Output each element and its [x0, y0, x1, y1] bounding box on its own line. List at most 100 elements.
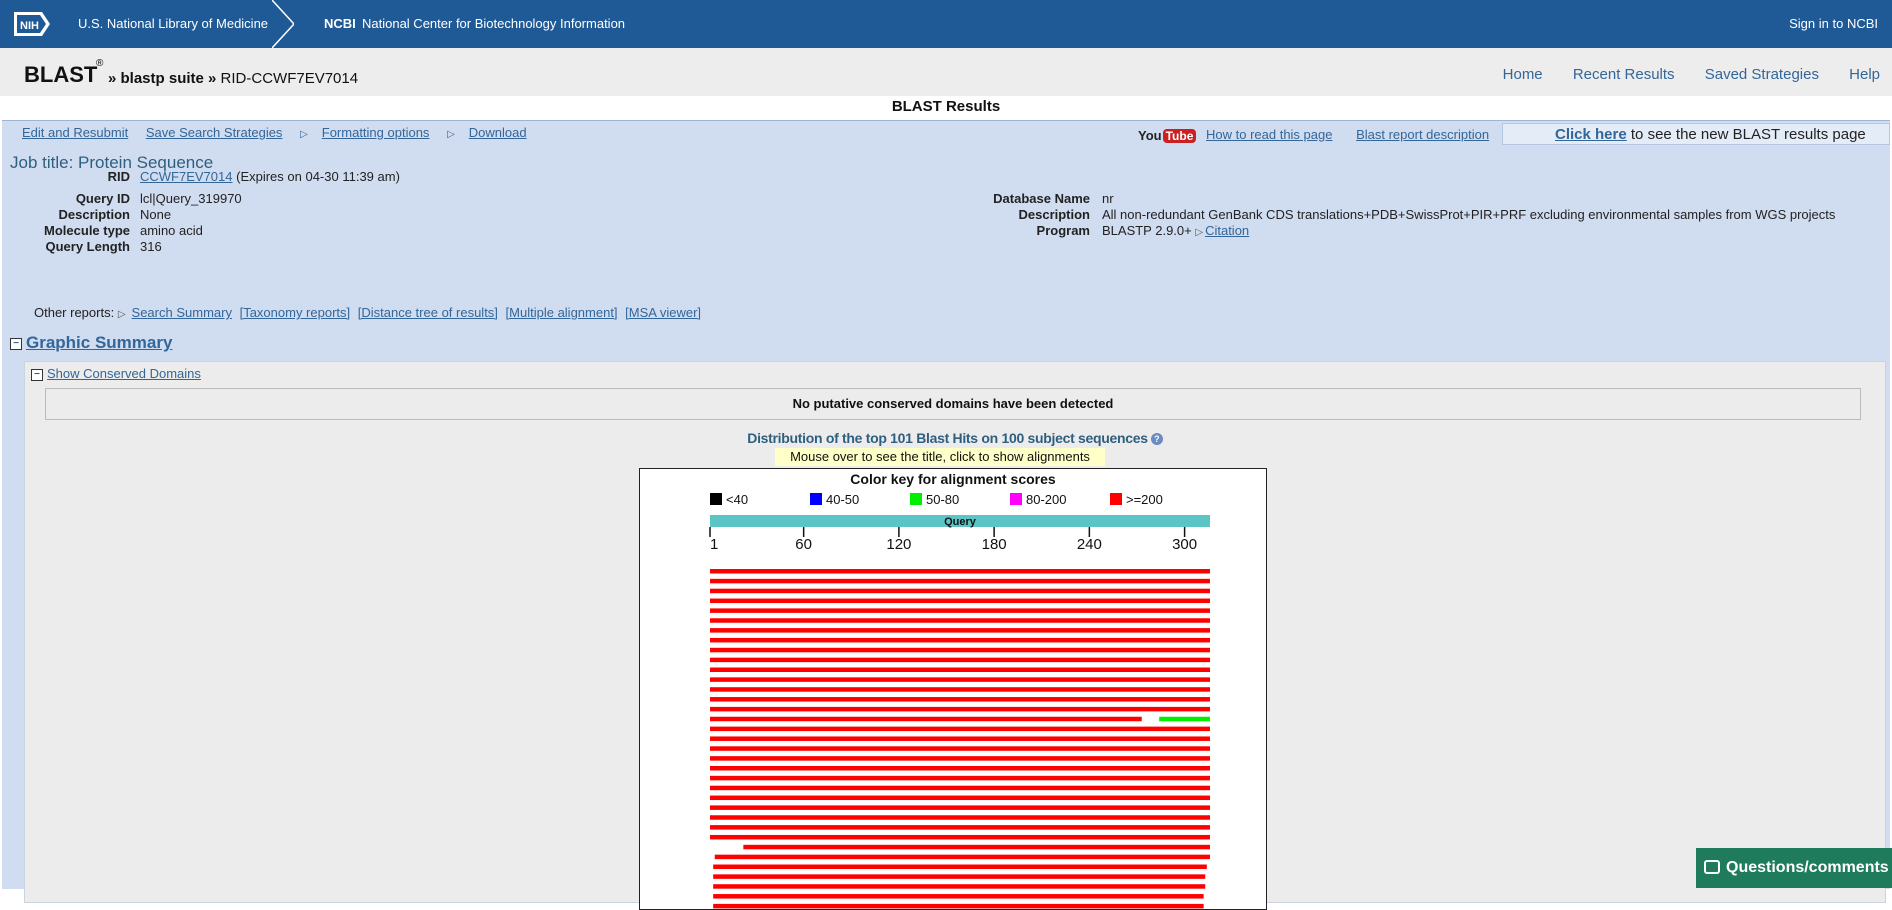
hit-segment [743, 844, 1210, 850]
sign-in-link[interactable]: Sign in to NCBI [1789, 16, 1878, 31]
hit-segment [713, 884, 1206, 889]
molecule-type-value: amino acid [140, 223, 203, 238]
rid-expires: (Expires on 04-30 11:39 am) [236, 169, 400, 184]
expand-triangle-icon: ▷ [1195, 227, 1204, 238]
ncbi-name[interactable]: National Center for Biotechnology Inform… [362, 16, 625, 31]
database-description-value: All non-redundant GenBank CDS translatio… [1102, 207, 1836, 222]
distribution-title-text: Distribution of the top 101 Blast Hits o… [747, 430, 1148, 446]
hit-segment [710, 726, 1210, 732]
hit-segment [710, 795, 1210, 801]
nav-saved-strategies[interactable]: Saved Strategies [1705, 66, 1819, 83]
axis-tick-label: 60 [795, 536, 812, 553]
formatting-options-link[interactable]: Formatting options [322, 125, 430, 140]
query-id-label: Query ID [75, 191, 130, 206]
hit-segment [710, 657, 1210, 663]
hit-segment [713, 894, 1204, 899]
graphic-summary-header: − Graphic Summary [10, 333, 172, 353]
report-description-link[interactable]: Blast report description [1356, 127, 1489, 142]
axis-tick-label: 120 [886, 536, 911, 553]
download-link[interactable]: Download [469, 125, 527, 140]
other-reports: Other reports: ▷ Search Summary [Taxonomy… [34, 305, 701, 320]
show-conserved-domains-link[interactable]: Show Conserved Domains [47, 366, 201, 381]
collapse-icon[interactable]: − [10, 337, 22, 350]
taxonomy-reports-link[interactable]: [Taxonomy reports] [240, 305, 351, 320]
results-panel: Edit and Resubmit Save Search Strategies… [2, 120, 1890, 910]
hit-segment [710, 647, 1210, 653]
nlm-link[interactable]: U.S. National Library of Medicine [78, 16, 268, 31]
nav-help[interactable]: Help [1849, 66, 1880, 83]
help-icon[interactable]: ? [1150, 433, 1163, 446]
new-results-link[interactable]: Click here [1555, 126, 1627, 143]
hit-segment [710, 598, 1210, 604]
hit-segment [710, 637, 1210, 643]
query-length-value: 316 [140, 239, 162, 254]
search-summary-link[interactable]: Search Summary [132, 305, 232, 320]
database-name-value: nr [1102, 191, 1114, 206]
rid-link[interactable]: CCWF7EV7014 [140, 169, 232, 184]
blast-logo[interactable]: BLAST [24, 62, 97, 88]
nav-home[interactable]: Home [1503, 66, 1543, 83]
graphic-summary-link[interactable]: Graphic Summary [26, 333, 172, 352]
mouse-over-hint: Mouse over to see the title, click to sh… [775, 448, 1105, 466]
comment-icon [1704, 860, 1720, 874]
new-results-text: to see the new BLAST results page [1626, 126, 1866, 143]
program-value: BLASTP 2.9.0+ [1102, 223, 1192, 238]
hit-segment [710, 618, 1210, 623]
description-label: Description [58, 207, 130, 222]
hit-segment [710, 766, 1210, 771]
multiple-alignment-link[interactable]: [Multiple alignment] [506, 305, 618, 320]
other-reports-label: Other reports: [34, 305, 115, 320]
breadcrumb-program[interactable]: » blastp suite » [108, 70, 216, 87]
save-strategies-link[interactable]: Save Search Strategies [146, 125, 283, 140]
axis-tick-label: 300 [1172, 536, 1197, 553]
results-toolbar: Edit and Resubmit Save Search Strategies… [22, 125, 541, 140]
hit-segment [710, 628, 1210, 633]
citation-link[interactable]: Citation [1205, 223, 1249, 238]
hit-segment [710, 706, 1210, 712]
hit-segment [710, 677, 1210, 682]
legend-label: 50-80 [926, 492, 959, 507]
query-id-value: lcl|Query_319970 [140, 191, 242, 206]
legend-label: >=200 [1126, 492, 1163, 507]
hit-segment [710, 608, 1210, 613]
breadcrumb: » blastp suite » RID-CCWF7EV7014 [108, 70, 358, 87]
collapse-icon[interactable]: − [31, 368, 43, 381]
hit-segment [710, 578, 1210, 584]
query-summary: RID CCWF7EV7014 (Expires on 04-30 11:39 … [2, 169, 602, 259]
msa-viewer-link[interactable]: [MSA viewer] [625, 305, 701, 320]
hit-segment [710, 785, 1210, 791]
axis-tick-label: 240 [1077, 536, 1102, 553]
database-summary: Database Name nr Description All non-red… [962, 191, 1882, 251]
legend-swatch [1110, 493, 1122, 505]
expand-triangle-icon: ▷ [117, 309, 126, 320]
hit-segment [710, 775, 1210, 781]
breadcrumb-rid: RID-CCWF7EV7014 [220, 70, 359, 87]
legend-label: 40-50 [826, 492, 859, 507]
query-length-label: Query Length [45, 239, 130, 254]
how-to-read-link[interactable]: How to read this page [1206, 127, 1332, 142]
expand-triangle-icon: ▷ [300, 129, 308, 140]
hit-segment [710, 834, 1210, 840]
distance-tree-link[interactable]: [Distance tree of results] [358, 305, 498, 320]
youtube-icon[interactable]: You Tube [1138, 128, 1197, 144]
hit-segment [710, 805, 1210, 810]
edit-resubmit-link[interactable]: Edit and Resubmit [22, 125, 128, 140]
legend-label: <40 [726, 492, 748, 507]
hit-segment [710, 667, 1210, 672]
nav-recent-results[interactable]: Recent Results [1573, 66, 1675, 83]
hit-segment [710, 736, 1210, 741]
legend-swatch [1010, 493, 1022, 505]
alignment-overview-svg: Color key for alignment scores <40 40-50 50… [709, 471, 1210, 909]
nih-banner: NIH U.S. National Library of Medicine NC… [0, 0, 1892, 48]
description-value: None [140, 207, 172, 222]
hit-segment [710, 569, 1210, 574]
youtube-you: You [1138, 128, 1162, 144]
hit-segment [713, 903, 1204, 909]
hit-segment [710, 756, 1210, 761]
ncbi-logo[interactable]: NCBI [324, 16, 356, 31]
program-label: Program [1036, 223, 1090, 238]
banner-divider-chevron [272, 0, 294, 48]
questions-comments-button[interactable]: Questions/comments [1696, 848, 1892, 888]
legend-label: 80-200 [1026, 492, 1066, 507]
nih-logo-icon[interactable]: NIH [12, 10, 52, 38]
